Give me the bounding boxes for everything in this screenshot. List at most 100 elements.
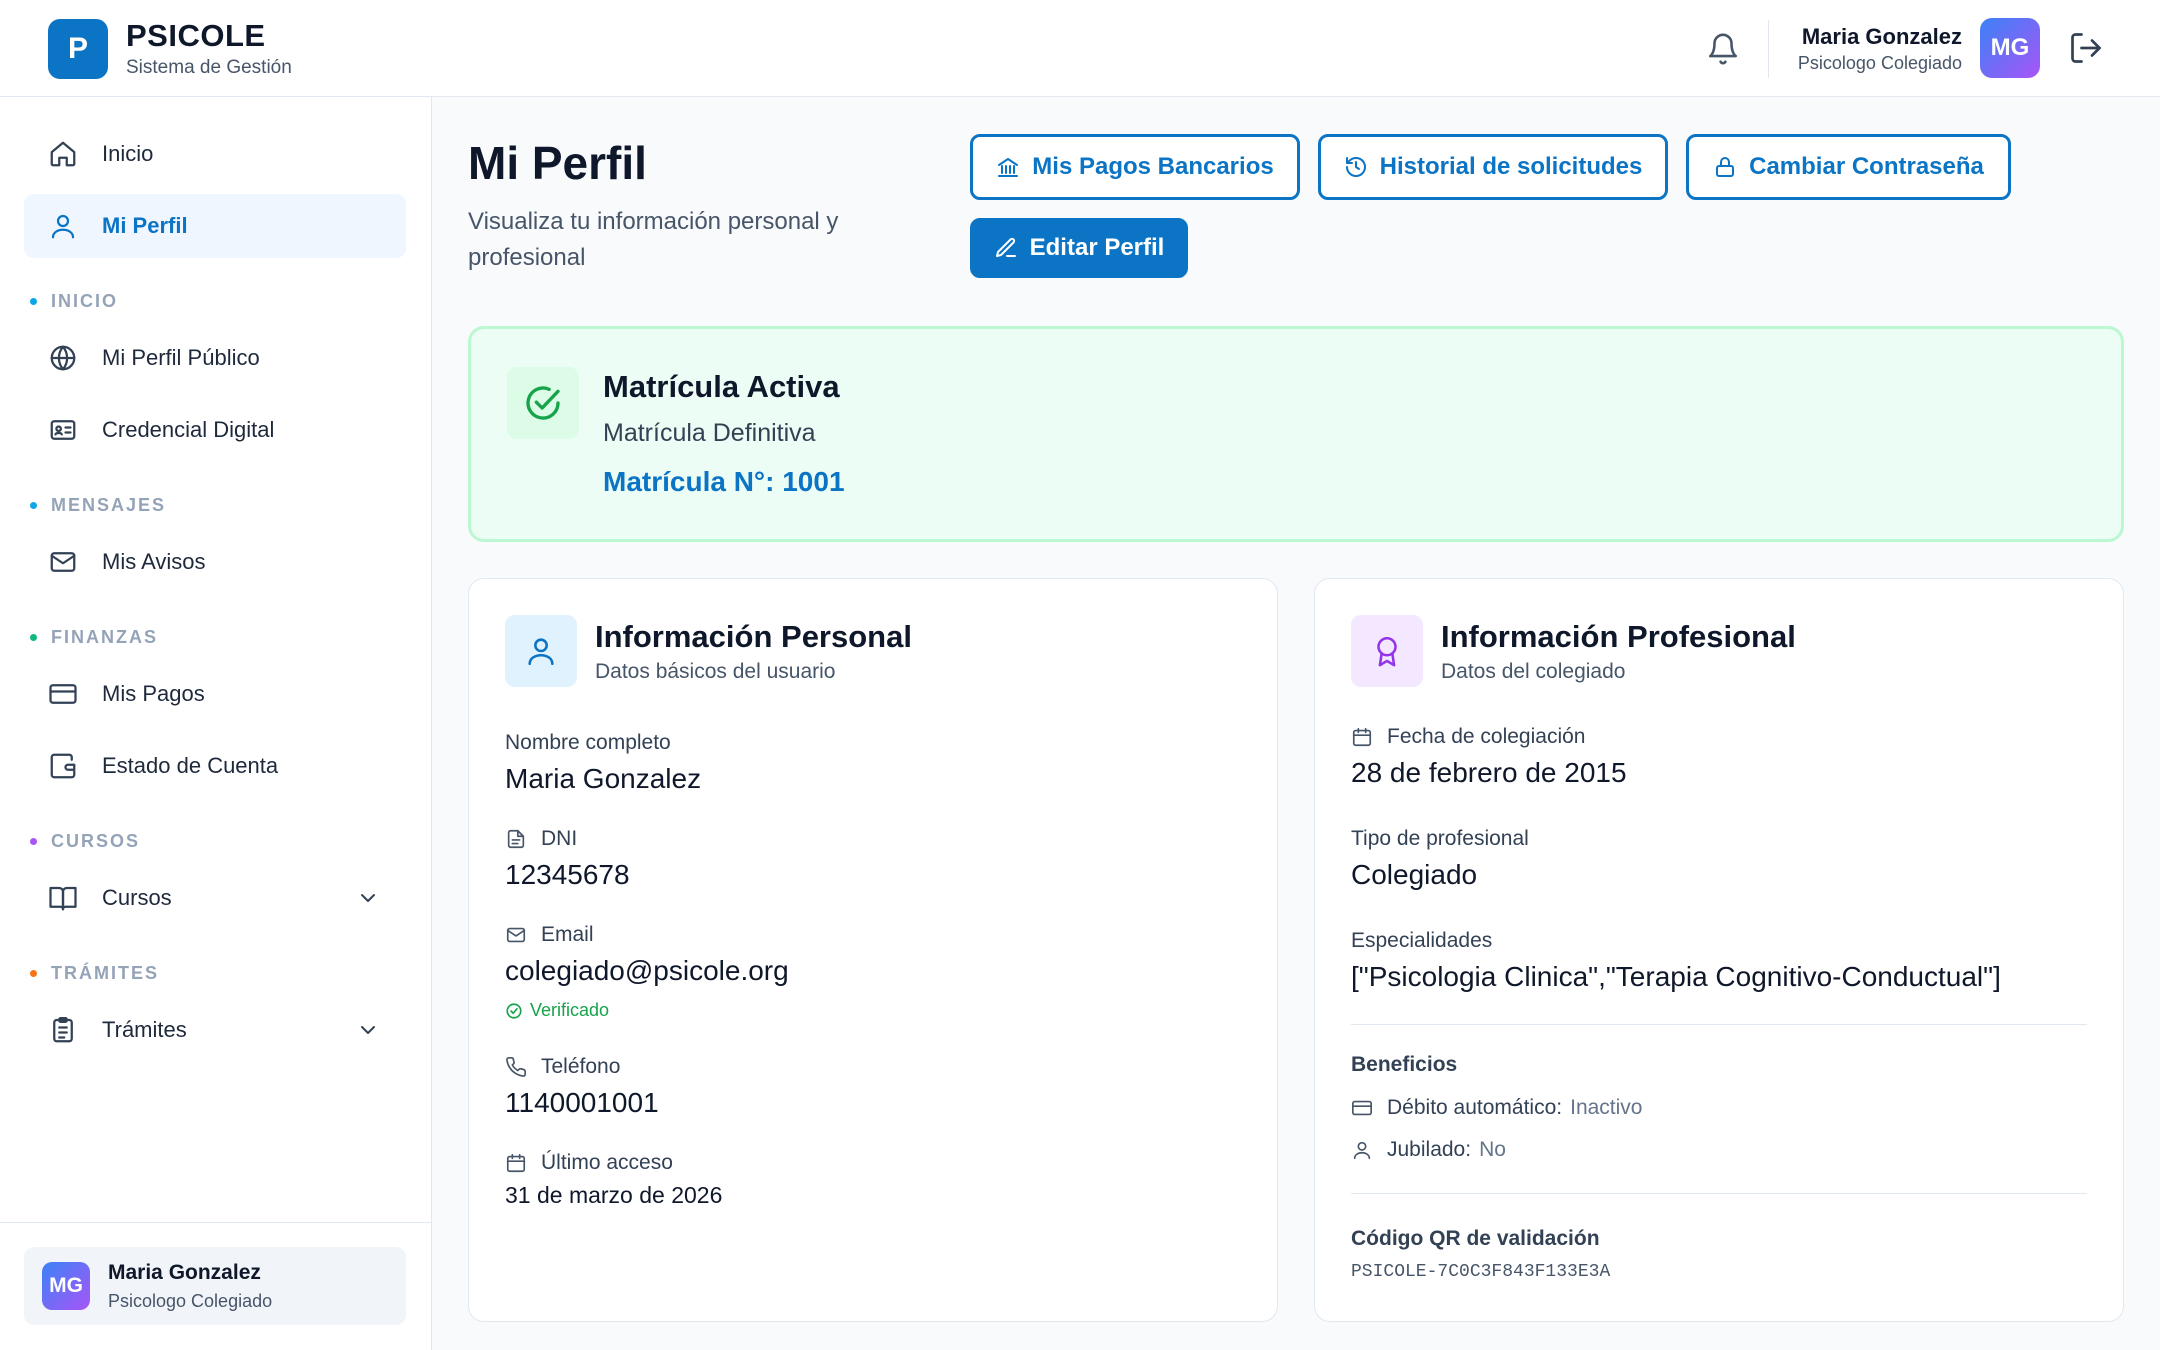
sidebar-item-label: Mi Perfil Público (102, 345, 260, 370)
sidebar-section-finanzas: FINANZAS (30, 625, 158, 649)
sidebar-item-mis-avisos[interactable]: Mis Avisos (24, 530, 406, 594)
sidebar-item-mi-perfil[interactable]: Mi Perfil (24, 194, 406, 258)
pencil-icon (994, 236, 1018, 260)
award-icon (1351, 615, 1423, 687)
sidebar-section-tramites: TRÁMITES (30, 961, 159, 985)
divider (1351, 1024, 2087, 1025)
card-subtitle: Datos del colegiado (1441, 660, 1626, 683)
sidebar-item-credencial-digital[interactable]: Credencial Digital (24, 398, 406, 462)
header-user-name: Maria Gonzalez (1801, 24, 1962, 49)
check-circle-icon (507, 367, 579, 439)
section-title: CURSOS (51, 830, 141, 851)
registration-status-card: Matrícula Activa Matrícula Definitiva Ma… (468, 326, 2124, 542)
document-icon (505, 828, 527, 850)
mail-icon (505, 924, 527, 946)
wallet-icon (48, 751, 78, 781)
calendar-icon (1351, 726, 1373, 748)
label-text: DNI (541, 827, 578, 850)
registration-date-value: 28 de febrero de 2015 (1351, 757, 1627, 788)
change-password-button[interactable]: Cambiar Contraseña (1686, 134, 2011, 200)
mail-icon (48, 547, 78, 577)
sidebar-item-estado-de-cuenta[interactable]: Estado de Cuenta (24, 734, 406, 798)
logout-icon[interactable] (2068, 30, 2104, 66)
email-value: colegiado@psicole.org (505, 955, 789, 986)
button-label: Mis Pagos Bancarios (1032, 153, 1274, 180)
phone-value: 1140001001 (505, 1087, 659, 1118)
app-name: PSICOLE (126, 18, 266, 53)
status-title: Matrícula Activa (603, 369, 840, 404)
sidebar-item-mis-pagos[interactable]: Mis Pagos (24, 662, 406, 726)
book-icon (48, 883, 78, 913)
card-title: Información Profesional (1441, 619, 1796, 654)
bank-payments-button[interactable]: Mis Pagos Bancarios (970, 134, 1300, 200)
lock-icon (1713, 155, 1737, 179)
app-logo[interactable]: P (48, 19, 108, 79)
sidebar-item-perfil-publico[interactable]: Mi Perfil Público (24, 326, 406, 390)
full-name-value: Maria Gonzalez (505, 763, 702, 794)
calendar-icon (505, 1152, 527, 1174)
request-history-button[interactable]: Historial de solicitudes (1318, 134, 1668, 200)
dni-value: 12345678 (505, 859, 630, 890)
registration-date-label: Fecha de colegiación (1351, 725, 1585, 749)
home-icon (48, 139, 78, 169)
card-title: Información Personal (595, 619, 912, 654)
header-user-role: Psicologo Colegiado (1797, 53, 1962, 73)
sidebar-item-label: Estado de Cuenta (102, 753, 279, 778)
section-title: FINANZAS (51, 626, 158, 647)
chevron-down-icon[interactable] (356, 886, 380, 910)
sidebar-item-label: Mis Avisos (102, 549, 206, 574)
sidebar-user-card[interactable]: MG Maria Gonzalez Psicologo Colegiado (24, 1247, 406, 1325)
sidebar: Inicio Mi Perfil INICIO Mi Perfil Públic… (0, 97, 432, 1350)
credit-card-icon (48, 679, 78, 709)
label-text: Nombre completo (505, 731, 671, 754)
sidebar-item-label: Trámites (102, 1017, 187, 1042)
user-icon (48, 211, 78, 241)
history-icon (1344, 155, 1368, 179)
page-subtitle: Visualiza tu información personal y prof… (468, 208, 839, 271)
chevron-down-icon[interactable] (356, 1018, 380, 1042)
edit-profile-button[interactable]: Editar Perfil (970, 218, 1188, 278)
qr-label: Código QR de validación (1351, 1227, 1600, 1250)
top-header: P PSICOLE Sistema de Gestión Maria Gonza… (0, 0, 2160, 97)
globe-icon (48, 343, 78, 373)
phone-label: Teléfono (505, 1055, 620, 1079)
dni-label: DNI (505, 827, 577, 851)
sidebar-item-inicio[interactable]: Inicio (24, 122, 406, 186)
sidebar-item-label: Mis Pagos (102, 681, 205, 706)
section-dot (30, 633, 37, 641)
sidebar-item-label: Inicio (102, 141, 154, 166)
sidebar-section-cursos: CURSOS (30, 829, 140, 853)
full-name-label: Nombre completo (505, 731, 671, 755)
last-access-value: 31 de marzo de 2026 (505, 1182, 723, 1208)
qr-code-value: PSICOLE-7C0C3F843F133E3A (1351, 1262, 1611, 1282)
personal-info-card: Información Personal Datos básicos del u… (468, 578, 1278, 1322)
auto-debit-value: Inactivo (1570, 1096, 1643, 1119)
retired-value: No (1479, 1138, 1506, 1161)
status-type: Matrícula Definitiva (603, 419, 816, 447)
id-card-icon (48, 415, 78, 445)
sidebar-item-tramites[interactable]: Trámites (24, 998, 406, 1062)
sidebar-item-label: Mi Perfil (102, 213, 188, 238)
check-circle-icon (505, 1002, 523, 1020)
phone-icon (505, 1056, 527, 1078)
header-divider (1768, 20, 1769, 78)
registration-number: Matrícula N°: 1001 (603, 466, 845, 497)
sidebar-item-label: Cursos (102, 885, 172, 910)
bell-icon[interactable] (1706, 32, 1740, 66)
verified-text: Verificado (530, 1000, 610, 1020)
sidebar-item-cursos[interactable]: Cursos (24, 866, 406, 930)
header-avatar[interactable]: MG (1980, 18, 2040, 78)
section-title: TRÁMITES (51, 962, 159, 983)
app-subtitle: Sistema de Gestión (126, 57, 292, 78)
label-text: Teléfono (541, 1055, 621, 1078)
label-text: Especialidades (1351, 929, 1493, 952)
avatar: MG (42, 1262, 90, 1310)
user-icon (505, 615, 577, 687)
professional-info-card: Información Profesional Datos del colegi… (1314, 578, 2124, 1322)
sidebar-section-mensajes: MENSAJES (30, 493, 166, 517)
label-text: Fecha de colegiación (1387, 725, 1586, 748)
sidebar-footer: MG Maria Gonzalez Psicologo Colegiado (0, 1222, 431, 1350)
credit-card-icon (1351, 1097, 1373, 1119)
specialties-label: Especialidades (1351, 929, 1492, 953)
user-icon (1351, 1139, 1373, 1161)
